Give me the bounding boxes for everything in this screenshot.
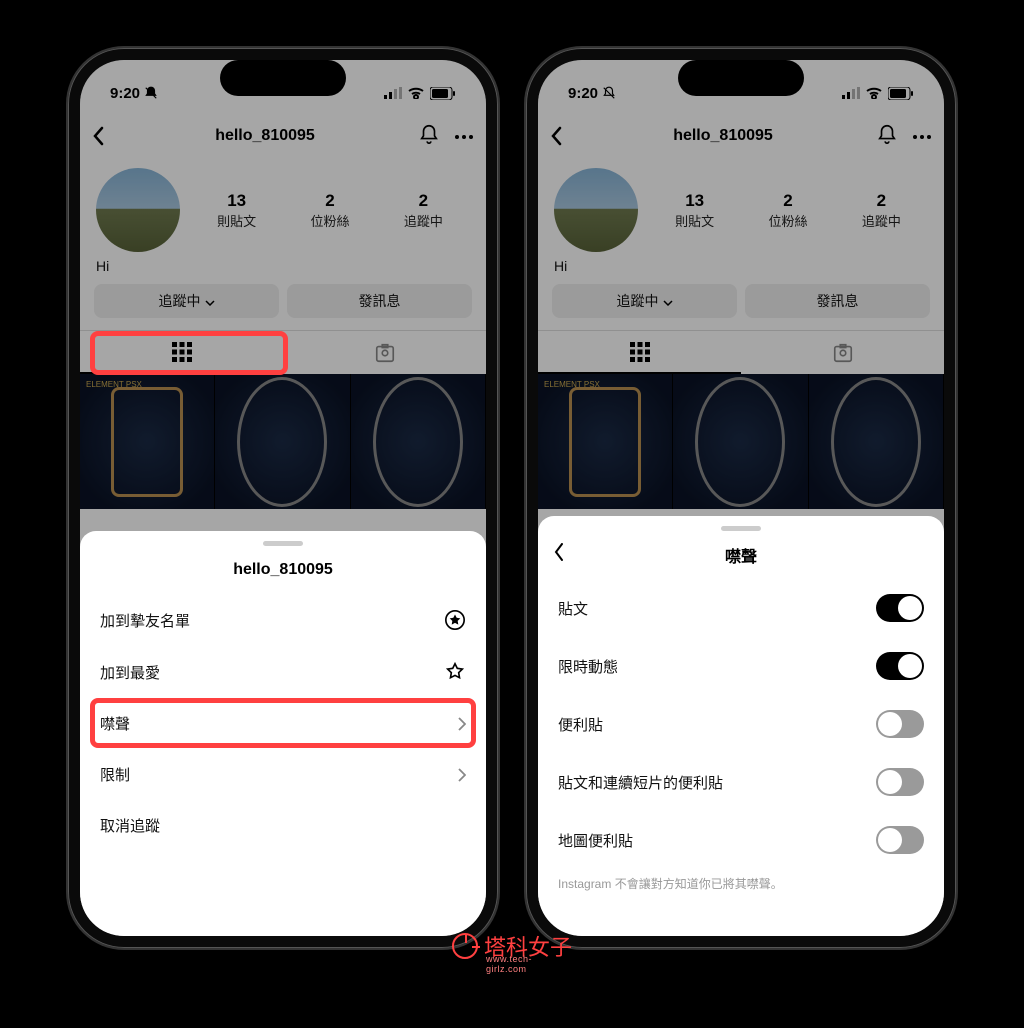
grab-handle[interactable] — [263, 541, 303, 546]
star-circle-icon — [444, 609, 466, 631]
toggle-switch[interactable] — [876, 710, 924, 738]
following-sheet: hello_810095 加到摯友名單 加到最愛 噤聲 限制 — [80, 531, 486, 936]
phone-left: 9:20 hello_810095 — [68, 48, 498, 948]
sheet-title: hello_810095 — [233, 561, 333, 579]
toggle-switch[interactable] — [876, 594, 924, 622]
mute-toggle-notes[interactable]: 便利貼 — [538, 695, 944, 753]
sheet-back-button[interactable] — [554, 543, 564, 566]
chevron-right-icon — [458, 717, 466, 731]
dynamic-island — [678, 60, 804, 96]
toggle-switch[interactable] — [876, 768, 924, 796]
chevron-right-icon — [458, 768, 466, 782]
grab-handle[interactable] — [721, 526, 761, 531]
sheet-item-mute[interactable]: 噤聲 — [80, 698, 486, 749]
sheet-item-restrict[interactable]: 限制 — [80, 749, 486, 800]
watermark-url: www.tech-girlz.com — [486, 954, 572, 974]
sheet-title: 噤聲 — [725, 543, 757, 567]
sheet-item-unfollow[interactable]: 取消追蹤 — [80, 800, 486, 851]
toggle-switch[interactable] — [876, 826, 924, 854]
star-outline-icon — [444, 661, 466, 683]
mute-sheet: 噤聲 貼文 限時動態 便利貼 貼文和連續短片的便利貼 — [538, 516, 944, 936]
mute-note: Instagram 不會讓對方知道你已將其噤聲。 — [538, 869, 944, 892]
mute-toggle-stories[interactable]: 限時動態 — [538, 637, 944, 695]
mute-toggle-posts[interactable]: 貼文 — [538, 579, 944, 637]
mute-toggle-map-notes[interactable]: 地圖便利貼 — [538, 811, 944, 869]
toggle-switch[interactable] — [876, 652, 924, 680]
watermark: 塔科女子 www.tech-girlz.com — [452, 930, 572, 962]
watermark-icon — [452, 933, 478, 959]
sheet-item-close-friends[interactable]: 加到摯友名單 — [80, 594, 486, 646]
dynamic-island — [220, 60, 346, 96]
mute-toggle-posts-reels-notes[interactable]: 貼文和連續短片的便利貼 — [538, 753, 944, 811]
sheet-item-favorites[interactable]: 加到最愛 — [80, 646, 486, 698]
phone-right: 9:20 hello_810095 — [526, 48, 956, 948]
